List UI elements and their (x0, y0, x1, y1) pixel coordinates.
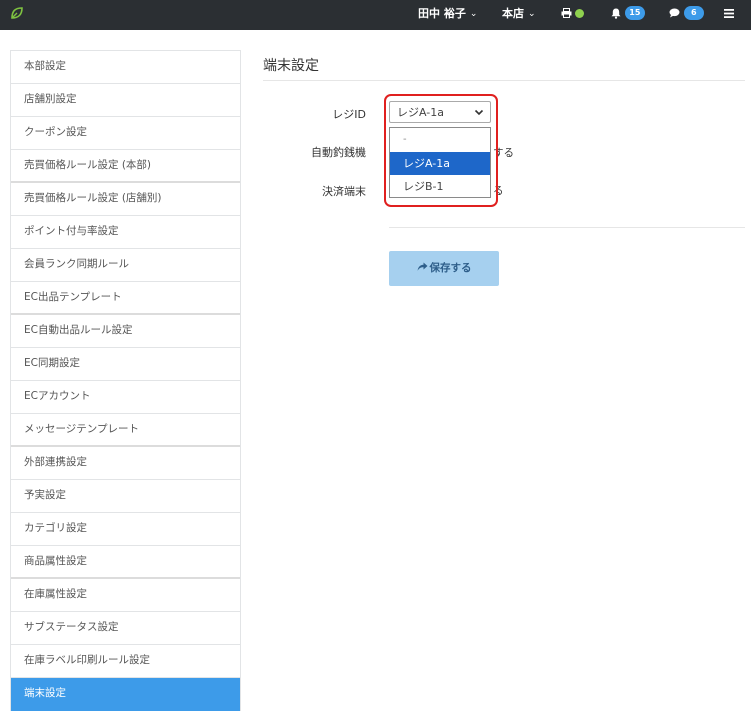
sidebar-item-ec-sync[interactable]: EC同期設定 (11, 348, 240, 381)
chevron-down-icon: ⌄ (469, 9, 478, 19)
sidebar-item-point-rate[interactable]: ポイント付与率設定 (11, 216, 240, 249)
sidebar-item-budget-actual[interactable]: 予実設定 (11, 480, 240, 513)
top-navbar: 田中 裕子 ⌄ 本店 ⌄ 15 6 (0, 0, 751, 30)
sidebar-item-message-template[interactable]: メッセージテンプレート (11, 414, 240, 447)
sidebar-item-sub-status[interactable]: サブステータス設定 (11, 612, 240, 645)
sidebar-item-member-rank-sync[interactable]: 会員ランク同期ルール (11, 249, 240, 282)
notifications-badge: 15 (624, 6, 645, 20)
settings-sidebar: 本部設定 店舗別設定 クーポン設定 売買価格ルール設定 (本部) 売買価格ルール… (10, 50, 241, 711)
highlight-annotation (384, 94, 498, 207)
auto-changer-label: 自動釣銭機 (311, 146, 366, 159)
printer-icon (561, 8, 572, 18)
store-name: 本店 (502, 7, 524, 20)
printer-status[interactable] (561, 0, 584, 30)
share-forward-icon (417, 262, 427, 271)
sidebar-item-head-office[interactable]: 本部設定 (11, 51, 240, 84)
user-name: 田中 裕子 (418, 7, 466, 20)
save-button[interactable]: 保存する (389, 251, 499, 286)
sidebar-item-ec-template[interactable]: EC出品テンプレート (11, 282, 240, 315)
printer-status-dot (575, 8, 584, 18)
sidebar-item-external-integration[interactable]: 外部連携設定 (11, 447, 240, 480)
hamburger-menu-button[interactable] (724, 0, 734, 30)
bell-icon (611, 8, 621, 19)
user-menu[interactable]: 田中 裕子 ⌄ (418, 0, 477, 30)
sidebar-item-stock-label-print[interactable]: 在庫ラベル印刷ルール設定 (11, 645, 240, 678)
sidebar-item-price-rule-store[interactable]: 売買価格ルール設定 (店舗別) (11, 183, 240, 216)
messages-badge: 6 (683, 6, 704, 20)
sidebar-item-coupon[interactable]: クーポン設定 (11, 117, 240, 150)
sidebar-item-terminal[interactable]: 端末設定 (11, 678, 240, 711)
sidebar-item-ec-account[interactable]: ECアカウント (11, 381, 240, 414)
page-title: 端末設定 (263, 58, 319, 74)
app-logo-icon[interactable] (9, 5, 25, 21)
chat-icon (669, 8, 680, 18)
register-id-label: レジID (332, 108, 366, 121)
save-button-label: 保存する (429, 262, 472, 274)
messages-button[interactable]: 6 (669, 0, 704, 30)
notifications-button[interactable]: 15 (611, 0, 645, 30)
sidebar-item-product-attribute[interactable]: 商品属性設定 (11, 546, 240, 579)
payment-terminal-label: 決済端末 (322, 185, 366, 198)
title-divider (263, 80, 745, 81)
sidebar-item-price-rule-hq[interactable]: 売買価格ルール設定 (本部) (11, 150, 240, 183)
sidebar-item-ec-auto-listing[interactable]: EC自動出品ルール設定 (11, 315, 240, 348)
sidebar-item-category[interactable]: カテゴリ設定 (11, 513, 240, 546)
store-menu[interactable]: 本店 ⌄ (502, 0, 536, 30)
sidebar-item-stock-attribute[interactable]: 在庫属性設定 (11, 579, 240, 612)
chevron-down-icon: ⌄ (528, 9, 536, 19)
hamburger-icon (724, 8, 734, 18)
sidebar-item-store-settings[interactable]: 店舗別設定 (11, 84, 240, 117)
form-divider (389, 227, 745, 228)
